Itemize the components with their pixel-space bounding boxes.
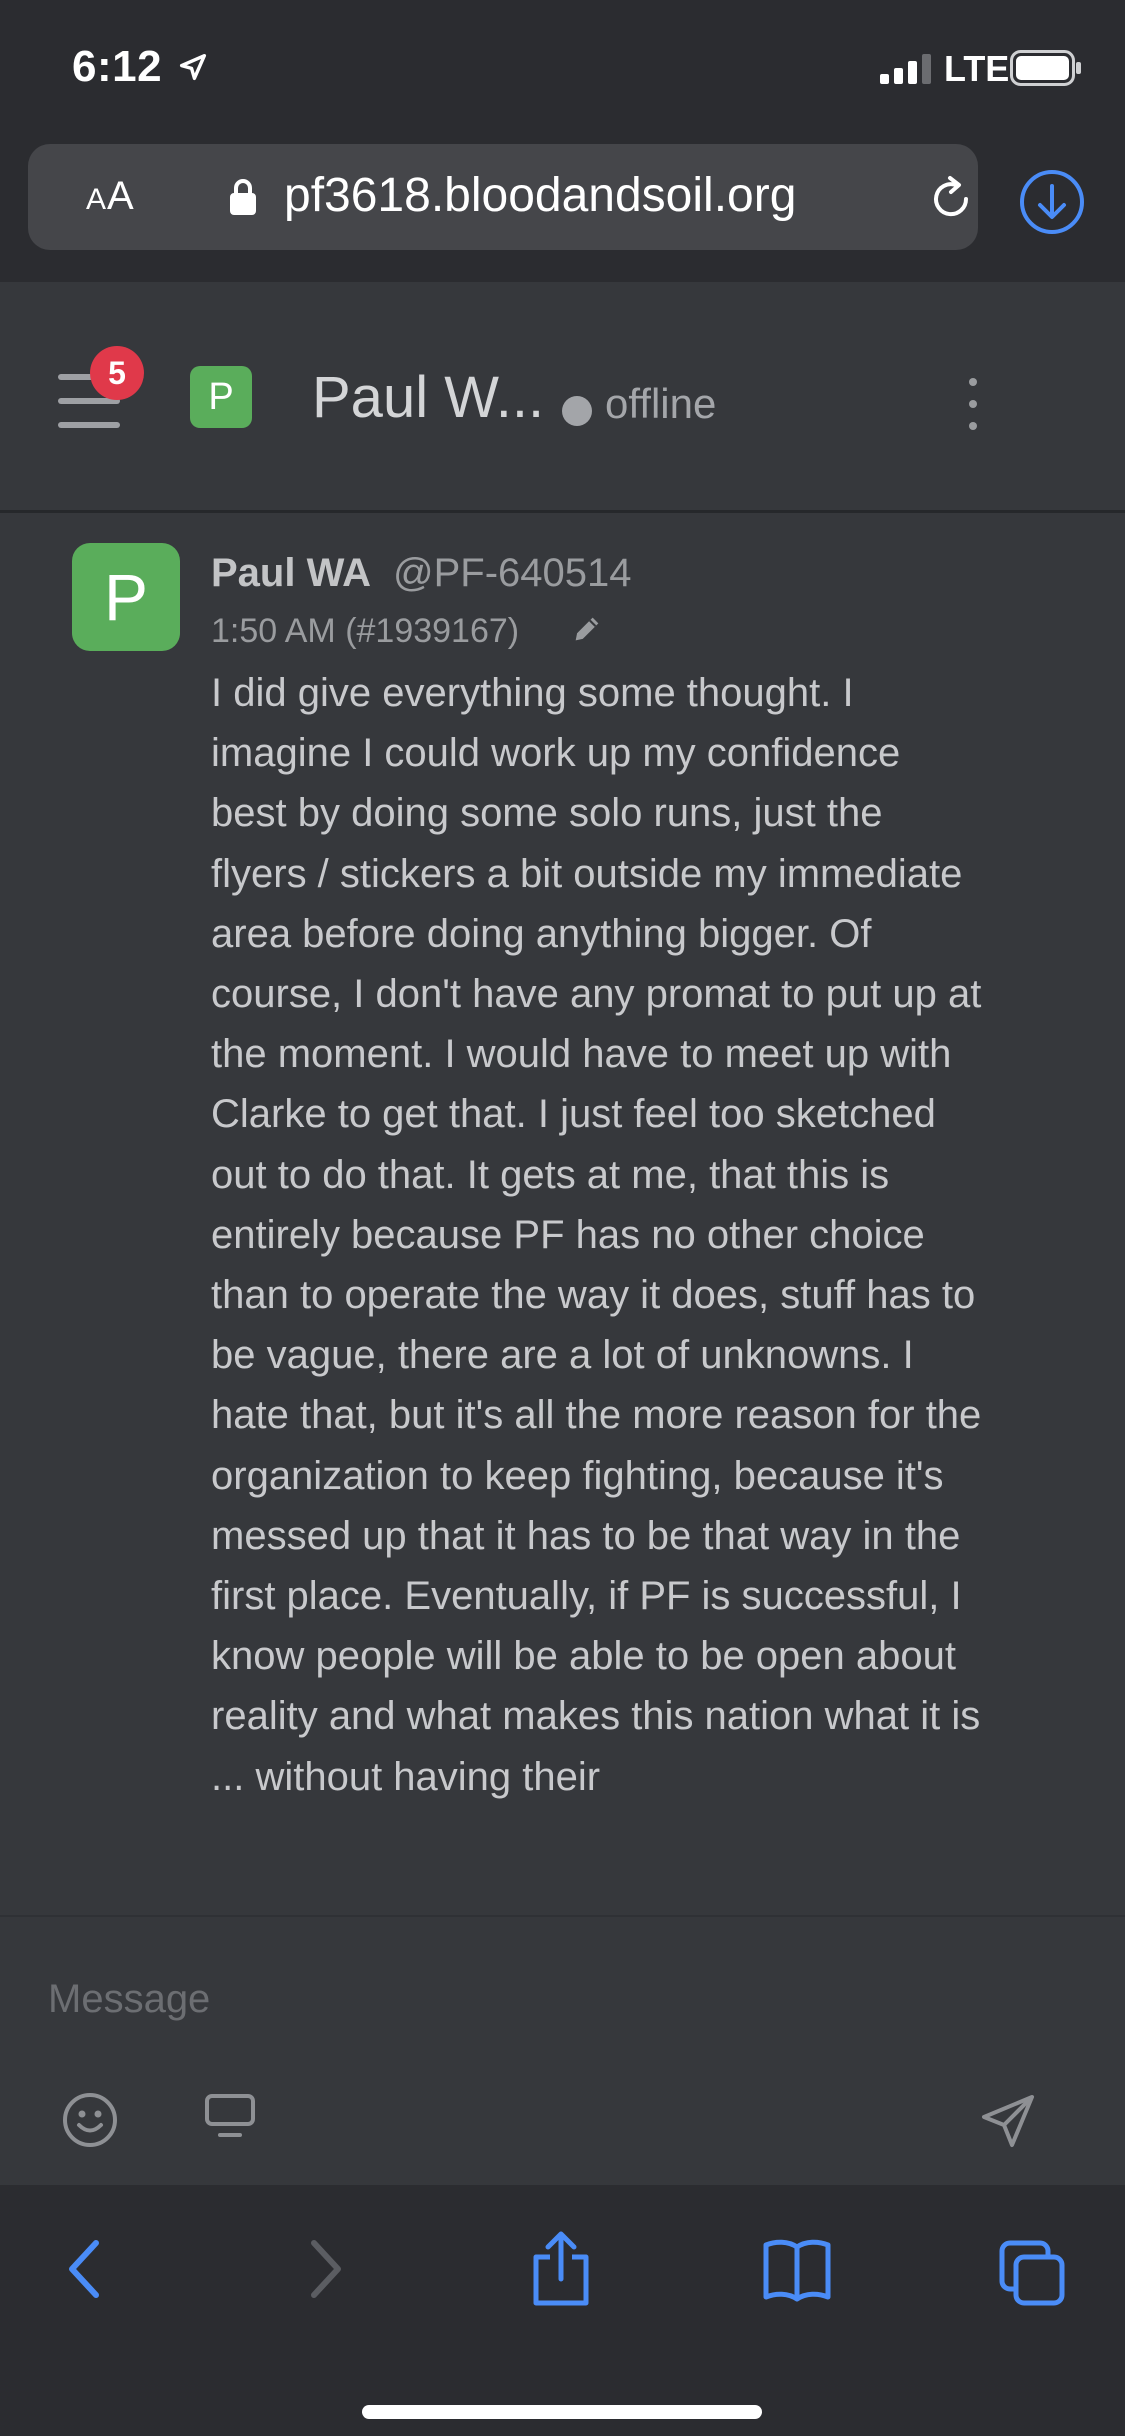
screen-share-icon[interactable] [204, 2093, 256, 2139]
send-icon[interactable] [980, 2093, 1036, 2149]
home-indicator[interactable] [362, 2405, 762, 2419]
text-size-button[interactable]: AA [86, 174, 135, 219]
reload-icon[interactable] [926, 174, 976, 224]
browser-toolbar [0, 2185, 1125, 2436]
chat-header: 5 P Paul W... offline [0, 282, 1125, 513]
presence-status: offline [605, 380, 717, 427]
browser-bar: AA pf3618.bloodandsoil.org [0, 140, 1125, 282]
emoji-icon[interactable] [62, 2092, 118, 2148]
message-list[interactable]: P Paul WA @PF-640514 1:50 AM (#1939167) … [0, 513, 1125, 1915]
message-author[interactable]: Paul WA [211, 551, 371, 596]
forward-icon[interactable] [290, 2231, 360, 2307]
tabs-icon[interactable] [998, 2231, 1068, 2307]
bookmarks-icon[interactable] [762, 2231, 832, 2307]
address-bar[interactable]: AA pf3618.bloodandsoil.org [28, 144, 978, 250]
download-icon[interactable] [1018, 168, 1086, 236]
message-timestamp: 1:50 AM (#1939167) [211, 612, 520, 650]
header-avatar[interactable]: P [190, 366, 252, 428]
chat-title[interactable]: Paul W... [312, 364, 544, 431]
message-body: I did give everything some thought. I im… [211, 671, 982, 1799]
battery-icon [1010, 50, 1081, 86]
back-icon[interactable] [50, 2231, 120, 2307]
status-bar: 6:12 LTE [0, 0, 1125, 140]
url-text[interactable]: pf3618.bloodandsoil.org [284, 168, 796, 223]
lock-icon [230, 179, 256, 215]
share-icon[interactable] [526, 2231, 596, 2307]
message-input[interactable]: Message [48, 1969, 1028, 2029]
status-time: 6:12 [72, 42, 163, 91]
message-composer: Message [0, 1915, 1125, 2187]
presence-dot [562, 396, 592, 426]
signal-bars-icon [880, 54, 931, 84]
unread-badge: 5 [90, 346, 144, 400]
edit-pencil-icon [575, 617, 599, 641]
message-username[interactable]: @PF-640514 [393, 551, 632, 596]
location-arrow-icon [179, 53, 207, 81]
network-type: LTE [944, 48, 1010, 89]
kebab-menu-icon[interactable] [960, 378, 986, 432]
message-avatar[interactable]: P [72, 543, 180, 651]
